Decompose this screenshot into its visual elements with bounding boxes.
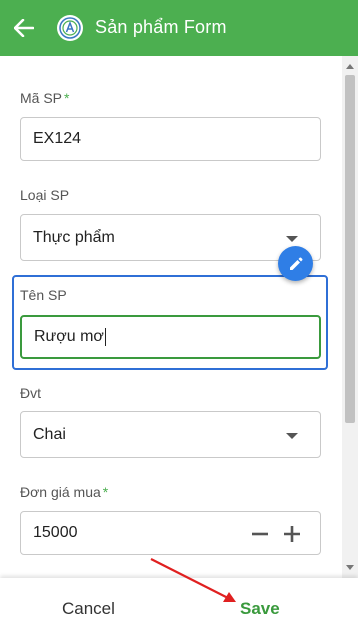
- dropdown-arrow-icon: [286, 236, 298, 242]
- scroll-up-arrow-icon[interactable]: [346, 64, 354, 69]
- page-title: Sản phẩm Form: [95, 17, 227, 37]
- ten-sp-input[interactable]: Rượu mơ: [20, 315, 321, 359]
- form-footer: Cancel Save: [0, 578, 358, 637]
- dvt-value: Chai: [33, 425, 66, 443]
- edit-fab-button[interactable]: [278, 246, 313, 281]
- ma-sp-input[interactable]: EX124: [20, 117, 321, 161]
- required-mark: *: [102, 484, 109, 500]
- don-gia-mua-value: 15000: [33, 524, 78, 541]
- don-gia-mua-label-text: Đơn giá mua: [20, 484, 101, 500]
- loai-sp-select[interactable]: Thực phẩm: [20, 214, 321, 261]
- dvt-label: Đvt: [20, 385, 41, 401]
- ma-sp-value: EX124: [33, 130, 82, 147]
- loai-sp-label: Loại SP: [20, 187, 70, 203]
- ten-sp-label: Tên SP: [20, 287, 67, 303]
- pencil-icon: [289, 257, 302, 270]
- required-mark: *: [64, 90, 70, 106]
- plus-icon[interactable]: [282, 524, 302, 544]
- don-gia-mua-label: Đơn giá mua *: [20, 484, 108, 500]
- save-button[interactable]: Save: [240, 599, 280, 619]
- vertical-scrollbar[interactable]: [342, 56, 358, 578]
- text-cursor: [104, 328, 106, 346]
- don-gia-mua-stepper[interactable]: 15000: [20, 511, 321, 555]
- dvt-select[interactable]: Chai: [20, 411, 321, 458]
- app-logo-icon: [57, 15, 83, 41]
- scroll-down-arrow-icon[interactable]: [346, 565, 354, 570]
- ma-sp-label-text: Mã SP: [20, 90, 63, 106]
- scrollbar-thumb[interactable]: [345, 75, 355, 423]
- loai-sp-value: Thực phẩm: [33, 228, 115, 246]
- dropdown-arrow-icon: [286, 433, 298, 439]
- app-header: Sản phẩm Form: [0, 0, 358, 56]
- ten-sp-value: Rượu mơ: [34, 328, 104, 345]
- back-arrow-icon[interactable]: [12, 16, 36, 40]
- minus-icon[interactable]: [250, 524, 270, 544]
- cancel-button[interactable]: Cancel: [62, 599, 115, 619]
- ma-sp-label: Mã SP *: [20, 90, 69, 106]
- product-form: Mã SP * EX124 Loại SP Thực phẩm Tên SP Rư…: [0, 56, 342, 578]
